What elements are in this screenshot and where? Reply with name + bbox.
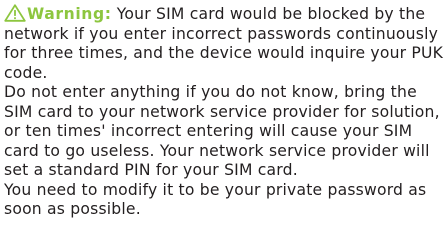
warning-paragraph-2: Do not enter anything if you do not know… bbox=[4, 83, 440, 179]
warning-triangle-icon bbox=[4, 4, 26, 22]
warning-label: Warning: bbox=[27, 5, 112, 23]
sim-warning-notice: Warning: Your SIM card would be blocked … bbox=[4, 4, 444, 220]
warning-paragraph-3: You need to modify it to be your private… bbox=[4, 180, 427, 219]
warning-paragraph-1: Warning: Your SIM card would be blocked … bbox=[4, 4, 444, 83]
